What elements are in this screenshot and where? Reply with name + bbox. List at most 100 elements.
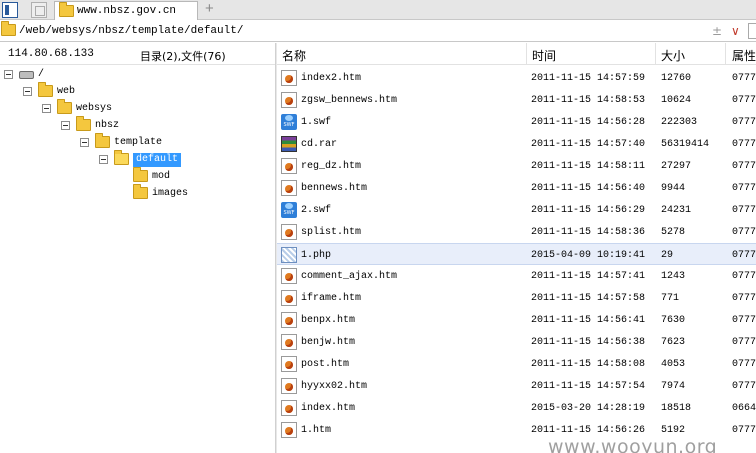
htm-file-icon <box>281 356 297 372</box>
tree-node-label: default <box>133 153 182 167</box>
folder-icon <box>76 116 91 131</box>
file-row[interactable]: iframe.htm 2011-11-15 14:57:58 771 0777 <box>277 287 756 309</box>
file-time: 2011-11-15 14:58:36 <box>531 227 646 238</box>
window-icon[interactable] <box>31 2 47 18</box>
file-attr: 0777 <box>732 227 756 238</box>
column-attr[interactable]: 属性 <box>732 47 756 64</box>
file-time: 2011-11-15 14:57:54 <box>531 381 646 392</box>
file-attr: 0777 <box>732 337 756 348</box>
chevron-down-icon[interactable]: ∨ <box>731 24 740 38</box>
file-size: 7630 <box>661 315 686 326</box>
file-time: 2011-11-15 14:57:59 <box>531 73 646 84</box>
tree-node[interactable]: images <box>0 184 275 203</box>
file-attr: 0664 <box>732 403 756 414</box>
file-row[interactable]: 1.php 2015-04-09 10:19:41 29 0777 <box>277 243 756 265</box>
file-size: 12760 <box>661 73 692 84</box>
tree-node[interactable]: web <box>0 82 275 101</box>
file-attr: 0777 <box>732 95 756 106</box>
file-row[interactable]: hyyxx02.htm 2011-11-15 14:57:54 7974 0777 <box>277 375 756 397</box>
file-name: zgsw_bennews.htm <box>301 95 398 106</box>
tree-node-label: / <box>38 69 45 80</box>
column-separator[interactable] <box>725 43 726 65</box>
file-attr: 0777 <box>732 73 756 84</box>
file-size: 27297 <box>661 161 692 172</box>
new-tab-button[interactable]: + <box>205 1 214 17</box>
file-row[interactable]: reg_dz.htm 2011-11-15 14:58:11 27297 0777 <box>277 155 756 177</box>
file-time: 2011-11-15 14:56:41 <box>531 315 646 326</box>
file-size: 9944 <box>661 183 686 194</box>
file-time: 2011-11-15 14:57:41 <box>531 271 646 282</box>
php-file-icon <box>281 247 297 263</box>
file-row[interactable]: post.htm 2011-11-15 14:58:08 4053 0777 <box>277 353 756 375</box>
collapse-toggle-icon[interactable] <box>4 70 13 79</box>
panel-toggle-icon[interactable] <box>2 2 18 18</box>
split-icon[interactable]: ± <box>712 24 722 38</box>
item-counts: 目录(2),文件(76) <box>140 50 226 63</box>
directory-header: 114.80.68.133 目录(2),文件(76) <box>0 43 275 65</box>
folder-icon <box>1 21 16 36</box>
file-row[interactable]: splist.htm 2011-11-15 14:58:36 5278 0777 <box>277 221 756 243</box>
file-size: 56319414 <box>661 139 710 150</box>
htm-file-icon <box>281 70 297 86</box>
file-row[interactable]: benpx.htm 2011-11-15 14:56:41 7630 0777 <box>277 309 756 331</box>
file-name: 1.swf <box>301 117 332 128</box>
column-size[interactable]: 大小 <box>661 47 685 64</box>
file-row[interactable]: 1.swf 2011-11-15 14:56:28 222303 0777 <box>277 111 756 133</box>
tab-bar: www.nbsz.gov.cn + <box>0 0 756 20</box>
folder-icon <box>95 133 110 148</box>
column-separator[interactable] <box>655 43 656 65</box>
collapse-toggle-icon[interactable] <box>23 87 32 96</box>
file-name: index2.htm <box>301 73 362 84</box>
watermark: www.wooyun.org <box>548 436 718 453</box>
file-attr: 0777 <box>732 117 756 128</box>
folder-icon <box>38 82 53 97</box>
tree-node[interactable]: nbsz <box>0 116 275 135</box>
file-time: 2015-04-09 10:19:41 <box>531 250 646 261</box>
file-size: 29 <box>661 250 674 261</box>
file-row[interactable]: 2.swf 2011-11-15 14:56:29 24231 0777 <box>277 199 756 221</box>
path-input[interactable]: /web/websys/nbsz/template/default/ <box>19 25 243 37</box>
file-size: 24231 <box>661 205 692 216</box>
file-row[interactable]: benjw.htm 2011-11-15 14:56:38 7623 0777 <box>277 331 756 353</box>
tree-node[interactable]: template <box>0 133 275 152</box>
htm-file-icon <box>281 400 297 416</box>
htm-file-icon <box>281 422 297 438</box>
file-size: 4053 <box>661 359 686 370</box>
tree-node[interactable]: websys <box>0 99 275 118</box>
tree-node-label: images <box>152 188 189 199</box>
file-row[interactable]: bennews.htm 2011-11-15 14:56:40 9944 0777 <box>277 177 756 199</box>
file-size: 7974 <box>661 381 686 392</box>
drive-icon <box>19 71 34 79</box>
collapse-toggle-icon[interactable] <box>80 138 89 147</box>
file-size: 18518 <box>661 403 692 414</box>
collapse-toggle-icon[interactable] <box>99 155 108 164</box>
file-size: 5278 <box>661 227 686 238</box>
file-row[interactable]: index2.htm 2011-11-15 14:57:59 12760 0777 <box>277 67 756 89</box>
tab-site[interactable]: www.nbsz.gov.cn <box>54 1 198 20</box>
file-row[interactable]: comment_ajax.htm 2011-11-15 14:57:41 1243 0… <box>277 265 756 287</box>
file-row[interactable]: zgsw_bennews.htm 2011-11-15 14:58:53 10624… <box>277 89 756 111</box>
tree-node-label: websys <box>76 103 113 114</box>
server-ip: 114.80.68.133 <box>8 48 94 60</box>
folder-icon <box>114 150 129 165</box>
file-attr: 0777 <box>732 359 756 370</box>
file-name: 1.htm <box>301 425 332 436</box>
collapse-toggle-icon[interactable] <box>42 104 51 113</box>
column-name[interactable]: 名称 <box>282 47 306 64</box>
htm-file-icon <box>281 312 297 328</box>
collapse-toggle-icon[interactable] <box>61 121 70 130</box>
file-size: 10624 <box>661 95 692 106</box>
file-row[interactable]: cd.rar 2011-11-15 14:57:40 56319414 0777 <box>277 133 756 155</box>
column-header: 名称 时间 大小 属性 <box>277 43 756 65</box>
file-name: benpx.htm <box>301 315 356 326</box>
column-separator[interactable] <box>526 43 527 65</box>
file-size: 7623 <box>661 337 686 348</box>
file-time: 2011-11-15 14:56:28 <box>531 117 646 128</box>
file-row[interactable]: index.htm 2015-03-20 14:28:19 18518 0664 <box>277 397 756 419</box>
htm-file-icon <box>281 378 297 394</box>
column-time[interactable]: 时间 <box>532 47 556 64</box>
tab-title: www.nbsz.gov.cn <box>77 5 177 17</box>
file-time: 2011-11-15 14:58:11 <box>531 161 646 172</box>
htm-file-icon <box>281 180 297 196</box>
address-go-button[interactable] <box>748 23 756 39</box>
